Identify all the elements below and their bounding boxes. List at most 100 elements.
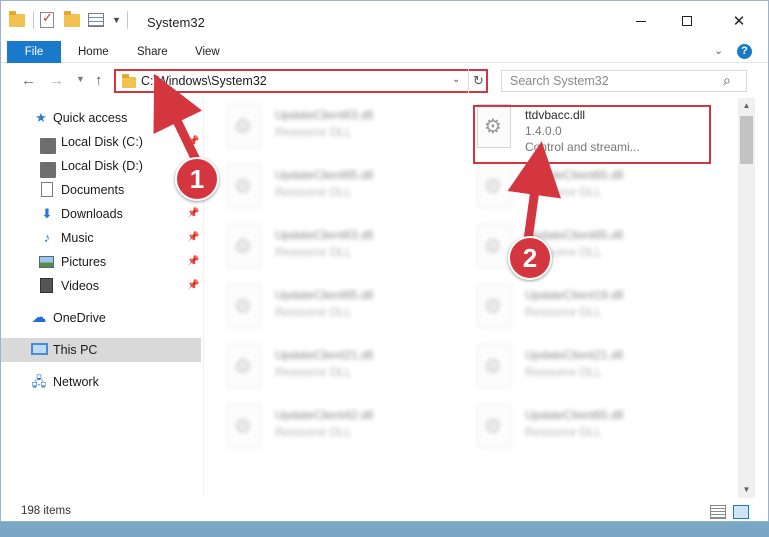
checkbox-icon[interactable]: [40, 10, 58, 29]
picture-icon: [39, 256, 54, 268]
navigation-bar: ← → ▼ ↑ C:\Windows\System32 ⌄ ↻ Search S…: [1, 64, 768, 98]
file-name: UpdateClient65.dll: [275, 168, 374, 182]
sidebar-item-label: Pictures: [61, 255, 107, 269]
file-description: Resource DLL: [275, 245, 352, 259]
list-item[interactable]: ⚙ UpdateClient42.dll Resource DLL: [205, 398, 445, 456]
file-description: Resource DLL: [275, 365, 352, 379]
dll-file-icon: ⚙: [227, 224, 261, 268]
file-name: UpdateClient63.dll: [275, 228, 374, 242]
sidebar-item-label: Local Disk (D:): [61, 159, 143, 173]
list-item[interactable]: ⚙ UpdateClient21.dll Resource DLL: [205, 338, 445, 396]
dll-file-icon: ⚙: [477, 404, 511, 448]
file-name: UpdateClient65.dll: [275, 288, 374, 302]
file-description: Resource DLL: [525, 305, 602, 319]
file-name: UpdateClient42.dll: [275, 408, 374, 422]
details-view-icon[interactable]: [710, 505, 726, 519]
item-count: 198 items: [21, 505, 71, 517]
window-title: System32: [147, 15, 205, 30]
list-item[interactable]: ⚙ UpdateClient65.dll Resource DLL: [205, 158, 445, 216]
step-badge-1: 1: [175, 157, 219, 201]
maximize-button[interactable]: [664, 1, 710, 41]
sidebar-item-label: Network: [53, 375, 99, 389]
folder-icon: [122, 74, 136, 88]
search-placeholder: Search System32: [510, 74, 609, 88]
refresh-icon[interactable]: ↻: [468, 69, 488, 93]
file-description: Resource DLL: [525, 185, 602, 199]
file-description: Resource DLL: [525, 425, 602, 439]
tab-home[interactable]: Home: [78, 41, 109, 63]
address-bar[interactable]: C:\Windows\System32 ⌄ ↻: [114, 69, 488, 93]
expand-ribbon-icon[interactable]: ⌄: [714, 44, 723, 57]
back-arrow-icon[interactable]: ←: [21, 72, 36, 89]
recent-locations-chevron-icon[interactable]: ▼: [76, 74, 85, 84]
tab-view[interactable]: View: [195, 41, 220, 63]
sidebar-item-videos[interactable]: Videos 📌: [1, 274, 201, 298]
document-icon: [41, 182, 53, 197]
list-item[interactable]: ⚙ UpdateClient63.dll Resource DLL: [205, 218, 445, 276]
list-item[interactable]: ⚙ UpdateClient65.dll Resource DLL: [455, 158, 695, 216]
navigation-pane: ★ Quick access Local Disk (C:) 📌 Local D…: [1, 98, 204, 498]
sidebar-item-network[interactable]: 🖧 Network: [1, 370, 201, 394]
sidebar-item-local-disk-d[interactable]: Local Disk (D:): [1, 154, 201, 178]
dll-file-icon: ⚙: [227, 344, 261, 388]
sidebar-item-label: Documents: [61, 183, 125, 197]
pin-icon[interactable]: 📌: [187, 130, 199, 154]
minimize-icon: [636, 20, 646, 22]
file-explorer-window: ▼ System32 ✕ File Home Share View ⌄ ? ← …: [0, 0, 769, 522]
list-item[interactable]: ⚙ UpdateClient65.dll Resource DLL: [205, 278, 445, 336]
list-item[interactable]: ⚙ UpdateClient65.dll Resource DLL: [455, 218, 695, 276]
new-folder-icon[interactable]: [64, 11, 82, 29]
pin-icon[interactable]: 📌: [187, 274, 199, 298]
scrollbar-thumb[interactable]: [740, 116, 753, 164]
tiles-view-icon[interactable]: [733, 505, 749, 519]
file-name: UpdateClient19.dll: [525, 288, 624, 302]
folder-icon[interactable]: [9, 11, 27, 29]
dll-file-icon: ⚙: [477, 284, 511, 328]
list-item[interactable]: ⚙ UpdateClient19.dll Resource DLL: [455, 278, 695, 336]
address-dropdown-icon[interactable]: ⌄: [452, 74, 460, 85]
close-button[interactable]: ✕: [710, 1, 768, 41]
help-icon[interactable]: ?: [737, 44, 752, 59]
address-path[interactable]: C:\Windows\System32: [141, 74, 267, 88]
sidebar-item-downloads[interactable]: ⬇ Downloads 📌: [1, 202, 201, 226]
up-arrow-icon[interactable]: ↑: [95, 72, 103, 89]
search-input[interactable]: Search System32 ⌕: [501, 70, 747, 92]
sidebar-item-music[interactable]: ♪ Music 📌: [1, 226, 201, 250]
status-bar: 198 items: [1, 501, 768, 521]
star-icon: ★: [35, 110, 47, 125]
file-description: Resource DLL: [525, 365, 602, 379]
forward-arrow-icon[interactable]: →: [49, 72, 64, 89]
title-bar: ▼ System32 ✕: [1, 1, 768, 41]
pin-icon[interactable]: 📌: [187, 202, 199, 226]
vertical-scrollbar[interactable]: ▲ ▼: [738, 98, 755, 498]
dll-file-icon: ⚙: [227, 104, 261, 148]
search-icon[interactable]: ⌕: [723, 72, 731, 89]
scroll-up-icon[interactable]: ▲: [738, 98, 755, 114]
sidebar-item-pictures[interactable]: Pictures 📌: [1, 250, 201, 274]
divider: [126, 11, 128, 29]
sidebar-item-this-pc[interactable]: This PC: [1, 338, 201, 362]
sidebar-item-documents[interactable]: Documents 📌: [1, 178, 201, 202]
minimize-button[interactable]: [618, 1, 664, 41]
sidebar-item-label: Local Disk (C:): [61, 135, 143, 149]
dll-file-icon: ⚙: [477, 224, 511, 268]
pin-icon[interactable]: 📌: [187, 226, 199, 250]
list-item[interactable]: ⚙ UpdateClient63.dll Resource DLL: [205, 98, 445, 156]
list-item[interactable]: ⚙ UpdateClient21.dll Resource DLL: [455, 338, 695, 396]
sidebar-item-onedrive[interactable]: ☁ OneDrive: [1, 306, 201, 330]
file-name: UpdateClient65.dll: [525, 168, 624, 182]
music-icon: ♪: [43, 230, 51, 245]
chevron-down-icon[interactable]: ▼: [112, 15, 121, 25]
dll-file-icon: ⚙: [227, 404, 261, 448]
sidebar-item-local-disk-c[interactable]: Local Disk (C:) 📌: [1, 130, 201, 154]
list-item[interactable]: ⚙ UpdateClient65.dll Resource DLL: [455, 398, 695, 456]
scroll-down-icon[interactable]: ▼: [738, 482, 755, 498]
dll-file-icon: ⚙: [227, 284, 261, 328]
sidebar-item-label: This PC: [53, 343, 98, 357]
pin-icon[interactable]: 📌: [187, 250, 199, 274]
network-icon: 🖧: [31, 374, 47, 389]
sidebar-item-quick-access[interactable]: ★ Quick access: [1, 106, 201, 130]
properties-icon[interactable]: [88, 11, 106, 29]
tab-share[interactable]: Share: [137, 41, 168, 63]
tab-file[interactable]: File: [7, 41, 61, 63]
